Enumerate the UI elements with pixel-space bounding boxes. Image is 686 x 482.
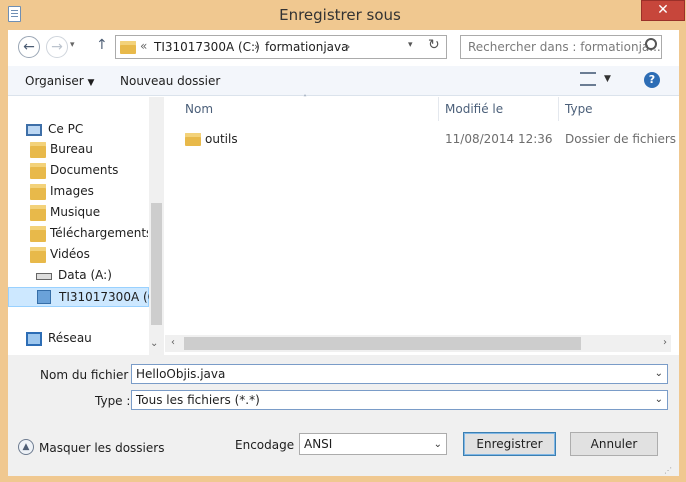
nav-item-system-drive[interactable]: TI31017300A (C:) bbox=[8, 287, 165, 307]
file-type: Dossier de fichiers bbox=[565, 132, 677, 146]
recent-locations-chevron-icon[interactable]: ▾ bbox=[70, 40, 75, 50]
up-button[interactable]: ↑ bbox=[96, 37, 108, 53]
column-separator[interactable] bbox=[558, 97, 559, 121]
folder-icon bbox=[30, 163, 46, 179]
folder-icon bbox=[30, 184, 46, 200]
encoding-select[interactable]: ANSI ⌄ bbox=[299, 433, 447, 455]
folder-icon bbox=[30, 247, 46, 263]
refresh-icon[interactable]: ↻ bbox=[428, 37, 440, 53]
navigation-scroll-thumb[interactable] bbox=[151, 203, 162, 325]
nav-item-data-drive[interactable]: Data (A:) bbox=[36, 266, 136, 286]
nav-item-this-pc[interactable]: Ce PC bbox=[48, 122, 83, 136]
scroll-down-icon[interactable]: ⌄ bbox=[150, 338, 158, 349]
filename-label: Nom du fichier : bbox=[40, 368, 137, 382]
collapse-icon[interactable]: ▲ bbox=[18, 439, 34, 455]
type-label: Type : bbox=[95, 394, 131, 408]
nav-item-images[interactable]: Images bbox=[30, 182, 140, 202]
sort-indicator-icon: ˄ bbox=[303, 94, 307, 103]
forward-button[interactable]: → bbox=[46, 36, 68, 58]
computer-icon bbox=[26, 124, 42, 136]
resize-grip-icon[interactable]: ⋰ bbox=[664, 466, 672, 475]
back-button[interactable]: ← bbox=[18, 36, 40, 58]
organise-button[interactable]: Organiser ▼ bbox=[25, 74, 94, 88]
save-button[interactable]: Enregistrer bbox=[463, 432, 556, 456]
file-type-select[interactable]: Tous les fichiers (*.*) ⌄ bbox=[131, 390, 668, 410]
folder-icon bbox=[30, 205, 46, 221]
column-header-name[interactable]: Nom bbox=[185, 102, 213, 120]
help-icon[interactable]: ? bbox=[644, 72, 660, 88]
file-name[interactable]: outils bbox=[205, 132, 238, 146]
nav-item-videos[interactable]: Vidéos bbox=[30, 245, 140, 265]
nav-item-documents[interactable]: Documents bbox=[30, 161, 140, 181]
encoding-label: Encodage : bbox=[235, 438, 302, 452]
address-history-chevron-icon[interactable]: ▾ bbox=[408, 40, 413, 50]
window-title: Enregistrer sous bbox=[279, 6, 401, 24]
chevron-down-icon[interactable]: ⌄ bbox=[434, 435, 442, 455]
folder-icon bbox=[120, 41, 136, 54]
network-icon bbox=[26, 332, 42, 346]
command-bar bbox=[8, 66, 679, 96]
cancel-button[interactable]: Annuler bbox=[570, 432, 658, 456]
folder-icon bbox=[30, 142, 46, 158]
file-modified: 11/08/2014 12:36 bbox=[445, 132, 553, 146]
close-button[interactable]: ✕ bbox=[641, 0, 685, 21]
view-options-icon[interactable] bbox=[580, 72, 596, 86]
breadcrumb-separator[interactable]: › bbox=[254, 40, 258, 53]
column-header-type[interactable]: Type bbox=[565, 102, 593, 120]
search-placeholder: Rechercher dans : formationja... bbox=[468, 40, 661, 54]
column-header-modified[interactable]: Modifié le bbox=[445, 102, 503, 120]
search-icon[interactable] bbox=[645, 38, 657, 50]
breadcrumb-item-drive[interactable]: TI31017300A (C:) bbox=[154, 40, 260, 54]
breadcrumb-separator[interactable]: › bbox=[346, 40, 350, 53]
filename-input[interactable]: HelloObjis.java ⌄ bbox=[131, 364, 668, 384]
nav-item-bureau[interactable]: Bureau bbox=[30, 140, 140, 160]
hide-folders-button[interactable]: Masquer les dossiers bbox=[39, 441, 164, 455]
scroll-right-icon[interactable]: › bbox=[663, 337, 667, 348]
drive-icon bbox=[37, 290, 51, 304]
scroll-left-icon[interactable]: ‹ bbox=[171, 337, 175, 348]
file-list-scroll-thumb[interactable] bbox=[184, 337, 581, 350]
new-folder-button[interactable]: Nouveau dossier bbox=[120, 74, 220, 88]
breadcrumb-item-folder[interactable]: formationjava bbox=[265, 40, 348, 54]
folder-icon bbox=[185, 133, 201, 146]
folder-icon bbox=[30, 226, 46, 242]
nav-item-telechargements[interactable]: Téléchargements bbox=[30, 224, 148, 244]
view-options-chevron-icon[interactable]: ▼ bbox=[604, 74, 611, 84]
nav-item-network[interactable]: Réseau bbox=[48, 331, 92, 345]
chevron-down-icon: ▼ bbox=[87, 78, 95, 88]
nav-item-musique[interactable]: Musique bbox=[30, 203, 140, 223]
drive-icon bbox=[36, 273, 52, 280]
chevron-down-icon[interactable]: ⌄ bbox=[655, 391, 663, 409]
chevron-down-icon[interactable]: ⌄ bbox=[655, 365, 663, 383]
address-overflow-icon[interactable]: « bbox=[140, 39, 147, 53]
column-separator[interactable] bbox=[438, 97, 439, 121]
